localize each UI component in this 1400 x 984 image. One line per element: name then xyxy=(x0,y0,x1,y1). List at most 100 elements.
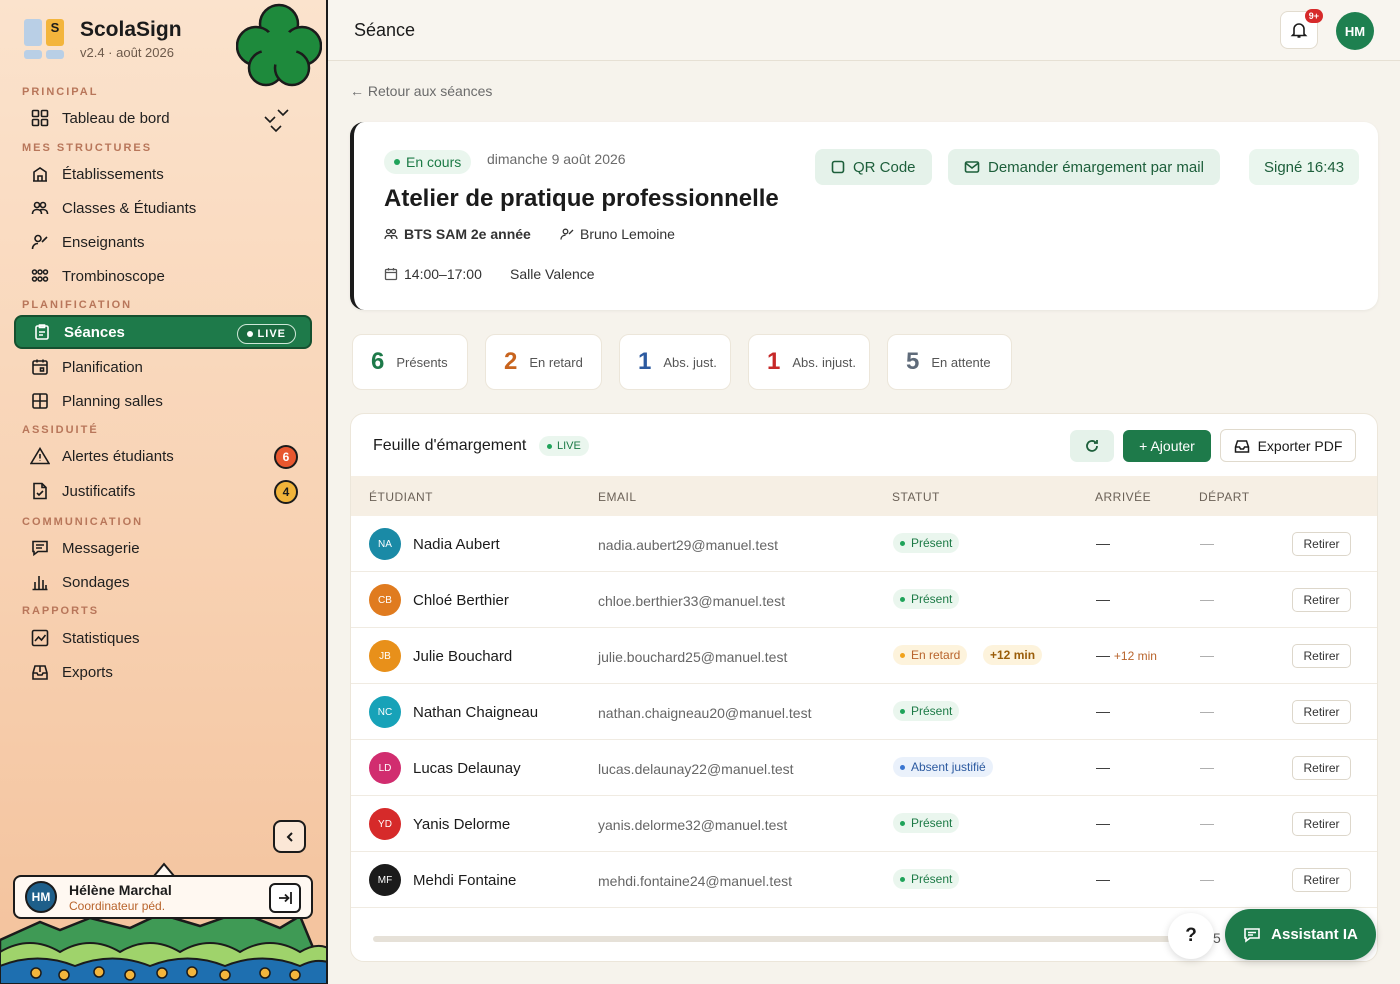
sidebar-item-planification[interactable]: Planification xyxy=(14,350,312,384)
avatar: NA xyxy=(369,528,401,560)
remove-student-button[interactable]: Retirer xyxy=(1292,868,1351,892)
logout-button[interactable] xyxy=(269,883,301,913)
sidebar-item-seances[interactable]: Séances LIVE xyxy=(14,315,312,349)
notification-badge: 9+ xyxy=(1304,9,1323,23)
page-title: Séance xyxy=(354,20,416,40)
back-link[interactable]: ← Retour aux séances xyxy=(350,83,492,99)
chat-icon xyxy=(1243,927,1261,943)
sidebar-item-messagerie[interactable]: Messagerie xyxy=(14,531,312,565)
departure-time: — xyxy=(1200,815,1214,831)
sidebar-item-sondages[interactable]: Sondages xyxy=(14,565,312,599)
brand[interactable]: S ScolaSign v2.4 · août 2026 xyxy=(24,18,182,60)
app-name: ScolaSign xyxy=(80,18,182,41)
faces-grid-icon xyxy=(30,266,50,286)
section-principal: PRINCIPAL xyxy=(22,86,99,98)
horizontal-scrollbar[interactable] xyxy=(373,936,1173,942)
teacher-icon xyxy=(560,227,574,241)
table-row: NC Nathan Chaigneau nathan.chaigneau20@man… xyxy=(351,684,1377,740)
clover-decoration xyxy=(236,3,322,87)
group-icon xyxy=(384,227,398,241)
help-button[interactable]: ? xyxy=(1168,913,1214,959)
document-check-icon xyxy=(30,481,50,501)
status-badge: Présent xyxy=(893,813,960,833)
remove-student-button[interactable]: Retirer xyxy=(1292,588,1351,612)
refresh-icon xyxy=(1086,440,1098,452)
stat-absent-justified: 1 Abs. just. xyxy=(619,334,731,390)
arrival-delay: +12 min xyxy=(1113,649,1157,663)
sidebar: S ScolaSign v2.4 · août 2026 PRINCIPAL T… xyxy=(0,0,328,984)
notifications-button[interactable]: 9+ xyxy=(1280,9,1323,49)
page-number: 5 xyxy=(1213,930,1221,946)
refresh-button[interactable] xyxy=(1070,430,1114,462)
avatar: NC xyxy=(369,696,401,728)
building-icon xyxy=(30,164,50,184)
qr-code-button[interactable]: QR Code xyxy=(815,149,932,185)
sidebar-item-planning-salles[interactable]: Planning salles xyxy=(14,384,312,418)
user-card[interactable]: HM Hélène Marchal Coordinateur péd. xyxy=(13,875,313,919)
arrival-time: — xyxy=(1096,759,1110,775)
session-title: Atelier de pratique professionnelle xyxy=(384,185,779,212)
student-name: Nadia Aubert xyxy=(413,536,500,553)
student-email: nadia.aubert29@manuel.test xyxy=(598,537,778,553)
section-structures: MES STRUCTURES xyxy=(22,142,153,154)
student-name: Nathan Chaigneau xyxy=(413,704,539,721)
collapse-sidebar-button[interactable] xyxy=(273,820,306,853)
export-pdf-button[interactable]: Exporter PDF xyxy=(1220,429,1356,462)
section-communication: COMMUNICATION xyxy=(22,516,144,528)
sidebar-item-justificatifs[interactable]: Justificatifs 4 xyxy=(14,474,312,508)
student-name: Mehdi Fontaine xyxy=(413,872,517,889)
session-date: dimanche 9 août 2026 xyxy=(487,151,626,167)
teacher-icon xyxy=(30,232,50,252)
departure-time: — xyxy=(1200,703,1214,719)
remove-student-button[interactable]: Retirer xyxy=(1292,644,1351,668)
header-avatar[interactable]: HM xyxy=(1336,12,1374,50)
session-room: Salle Valence xyxy=(510,266,595,282)
student-email: nathan.chaigneau20@manuel.test xyxy=(598,705,812,721)
col-student: ÉTUDIANT xyxy=(369,490,433,504)
stat-value: 1 xyxy=(638,348,652,375)
assistant-ia-button[interactable]: Assistant IA xyxy=(1225,909,1376,960)
arrival-time: — xyxy=(1096,815,1110,831)
sidebar-item-etablissements[interactable]: Établissements xyxy=(14,157,312,191)
sidebar-item-classes[interactable]: Classes & Étudiants xyxy=(14,191,312,225)
remove-student-button[interactable]: Retirer xyxy=(1292,812,1351,836)
stat-present: 6 Présents xyxy=(352,334,468,390)
stat-label: Abs. injust. xyxy=(792,354,856,370)
table-header: ÉTUDIANT EMAIL STATUT ARRIVÉE DÉPART xyxy=(351,476,1377,516)
section-rapports: RAPPORTS xyxy=(22,605,100,617)
session-card: En cours dimanche 9 août 2026 Atelier de… xyxy=(350,122,1378,310)
request-mail-signature-button[interactable]: Demander émargement par mail xyxy=(948,149,1220,185)
app-version: v2.4 · août 2026 xyxy=(80,45,174,60)
sidebar-item-enseignants[interactable]: Enseignants xyxy=(14,225,312,259)
late-minutes-badge: +12 min xyxy=(983,645,1043,665)
sidebar-item-statistiques[interactable]: Statistiques xyxy=(14,621,312,655)
sheet-title: Feuille d'émargement xyxy=(373,437,527,454)
remove-student-button[interactable]: Retirer xyxy=(1292,700,1351,724)
add-student-button[interactable]: + Ajouter xyxy=(1123,430,1211,462)
chevrons-collapse-icon[interactable] xyxy=(262,108,290,134)
stat-value: 2 xyxy=(504,348,518,375)
live-badge: LIVE xyxy=(539,436,589,456)
stat-value: 1 xyxy=(767,348,781,375)
session-class: BTS SAM 2e année xyxy=(384,226,531,242)
clipboard-icon xyxy=(32,322,52,342)
sidebar-item-alertes[interactable]: Alertes étudiants 6 xyxy=(14,439,312,473)
student-email: yanis.delorme32@manuel.test xyxy=(598,817,788,833)
stat-label: En retard xyxy=(529,354,583,370)
sidebar-item-exports[interactable]: Exports xyxy=(14,655,312,689)
card-pointer-decoration xyxy=(153,862,175,876)
table-row: CB Chloé Berthier chloe.berthier33@manuel.… xyxy=(351,572,1377,628)
remove-student-button[interactable]: Retirer xyxy=(1292,756,1351,780)
avatar: YD xyxy=(369,808,401,840)
stat-label: Abs. just. xyxy=(663,354,717,370)
student-name: Yanis Delorme xyxy=(413,816,511,833)
qr-square-icon xyxy=(831,160,845,174)
signed-status-badge: Signé 16:43 xyxy=(1249,149,1360,185)
sidebar-item-trombinoscope[interactable]: Trombinoscope xyxy=(14,259,312,293)
rooms-grid-icon xyxy=(30,391,50,411)
avatar: LD xyxy=(369,752,401,784)
departure-time: — xyxy=(1200,871,1214,887)
remove-student-button[interactable]: Retirer xyxy=(1292,532,1351,556)
stat-absent-unjustified: 1 Abs. injust. xyxy=(748,334,870,390)
avatar: CB xyxy=(369,584,401,616)
